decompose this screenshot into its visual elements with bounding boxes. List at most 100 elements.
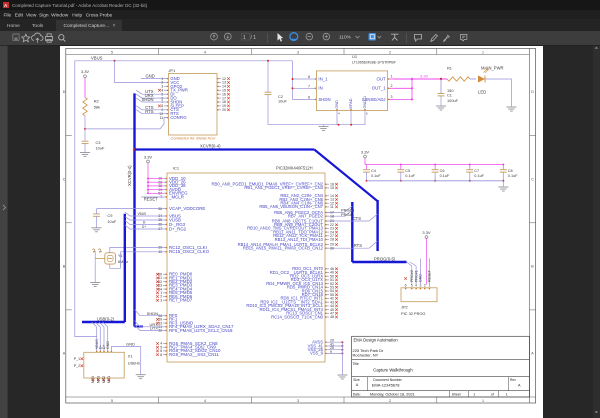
svg-text:CONFIG: CONFIG xyxy=(170,115,186,120)
svg-text:Title: Title xyxy=(353,362,359,366)
svg-text:JP1: JP1 xyxy=(168,68,176,73)
svg-text:LED: LED xyxy=(478,89,486,94)
svg-text:D+_RG2: D+_RG2 xyxy=(169,226,187,231)
svg-text:3.3V: 3.3V xyxy=(81,69,90,74)
svg-text:SHDN: SHDN xyxy=(142,97,154,102)
svg-text:C8: C8 xyxy=(508,169,513,173)
svg-text:Capture Walkthrough: Capture Walkthrough xyxy=(373,367,413,372)
svg-text:20: 20 xyxy=(222,108,226,112)
svg-text:1: 1 xyxy=(506,392,508,396)
svg-text:R2: R2 xyxy=(94,98,99,103)
svg-text:/ 1: / 1 xyxy=(251,35,257,41)
svg-text:P_2: P_2 xyxy=(74,364,80,368)
svg-text:Rochester, NY: Rochester, NY xyxy=(353,353,379,358)
svg-text:4: 4 xyxy=(204,50,206,54)
svg-text:2: 2 xyxy=(389,50,391,54)
svg-text:EPAD: EPAD xyxy=(349,98,353,108)
svg-text:1: 1 xyxy=(473,392,475,396)
svg-text:8: 8 xyxy=(308,75,310,79)
svg-text:5: 5 xyxy=(111,50,113,54)
svg-text:Cross Probe: Cross Probe xyxy=(86,13,113,19)
svg-text:Edit: Edit xyxy=(15,13,24,19)
svg-text:Help: Help xyxy=(72,13,82,19)
svg-text:0.1uF: 0.1uF xyxy=(474,174,484,178)
svg-text:SHDN: SHDN xyxy=(147,311,158,316)
svg-text:C4: C4 xyxy=(371,169,376,173)
svg-text:6: 6 xyxy=(405,284,407,288)
svg-text:Monday, October 18, 2021: Monday, October 18, 2021 xyxy=(370,392,415,396)
svg-text:3.3V: 3.3V xyxy=(361,149,370,154)
svg-text:IN: IN xyxy=(318,86,322,91)
svg-text:1: 1 xyxy=(482,50,484,54)
svg-text:Completed Capture...: Completed Capture... xyxy=(64,23,110,29)
svg-text:EMA Design Automation: EMA Design Automation xyxy=(354,337,399,342)
svg-text:MT4: MT4 xyxy=(91,376,95,383)
svg-text:GND: GND xyxy=(335,100,339,109)
svg-text:110%: 110% xyxy=(339,35,352,41)
svg-text:XCVR(0-4): XCVR(0-4) xyxy=(127,165,132,186)
svg-text:PROG(0-5): PROG(0-5) xyxy=(374,256,396,261)
svg-text:Document Number: Document Number xyxy=(373,378,402,382)
svg-text:100uF: 100uF xyxy=(447,98,459,103)
svg-text:0.1uF: 0.1uF xyxy=(440,174,450,178)
svg-text:1: 1 xyxy=(391,75,393,79)
svg-text:30: 30 xyxy=(330,246,334,250)
svg-text:UTX: UTX xyxy=(150,326,158,331)
svg-text:11: 11 xyxy=(330,205,334,209)
svg-text:RB5_AN5_VBUSON_C1IN+_CN7: RB5_AN5_VBUSON_C1IN+_CN7 xyxy=(259,204,323,209)
svg-text:GND: GND xyxy=(419,274,423,282)
svg-text:IN_1: IN_1 xyxy=(318,76,328,81)
svg-text:C7: C7 xyxy=(474,169,479,173)
svg-text:Date:: Date: xyxy=(353,392,361,396)
svg-text:MAIN_PWR: MAIN_PWR xyxy=(481,66,504,71)
svg-text:D+: D+ xyxy=(142,225,146,229)
svg-text:RC14_SOSCO_T1CK_CN0: RC14_SOSCO_T1CK_CN0 xyxy=(271,314,324,319)
svg-text:18: 18 xyxy=(330,214,334,218)
svg-text:VBUS: VBUS xyxy=(138,212,147,216)
svg-text:RF5_PMA8_U2TX_SCL2_CN18: RF5_PMA8_U2TX_SCL2_CN18 xyxy=(169,328,233,333)
svg-text:C: C xyxy=(531,177,534,181)
svg-text:0.1uF: 0.1uF xyxy=(405,174,415,178)
svg-text:MT2: MT2 xyxy=(102,376,106,383)
svg-text:EMA-12345678: EMA-12345678 xyxy=(372,382,401,387)
svg-text:Connector for Xtend Xcvr: Connector for Xtend Xcvr xyxy=(171,136,217,141)
svg-text:of: of xyxy=(491,392,494,396)
svg-text:3.3V: 3.3V xyxy=(144,154,153,159)
svg-text:3: 3 xyxy=(297,399,299,403)
svg-text:7: 7 xyxy=(308,85,310,89)
svg-text:GND: GND xyxy=(126,341,135,346)
svg-text:11: 11 xyxy=(160,116,164,120)
svg-text:Sign: Sign xyxy=(39,13,49,19)
svg-text:JP2: JP2 xyxy=(401,305,408,310)
svg-text:8MHz: 8MHz xyxy=(118,259,128,264)
svg-text:6: 6 xyxy=(308,96,310,100)
svg-text:10uF: 10uF xyxy=(278,98,287,103)
svg-text:GND_1: GND_1 xyxy=(363,96,367,109)
svg-text:RG9_PMA2__SS2_CN11: RG9_PMA2__SS2_CN11 xyxy=(169,352,220,357)
svg-text:C: C xyxy=(63,177,66,181)
svg-text:RESET: RESET xyxy=(428,269,432,282)
svg-text:3: 3 xyxy=(160,298,162,302)
svg-text:VBUS: VBUS xyxy=(91,56,103,61)
svg-text:GND: GND xyxy=(106,341,110,349)
svg-text:X1: X1 xyxy=(128,354,133,359)
svg-text:_MCLR: _MCLR xyxy=(168,194,184,199)
svg-text:MT1: MT1 xyxy=(107,376,111,383)
svg-text:C3: C3 xyxy=(96,140,101,145)
svg-text:D: D xyxy=(63,90,66,94)
svg-text:PIC 32 PROG: PIC 32 PROG xyxy=(401,311,425,316)
svg-text:MT3: MT3 xyxy=(97,376,101,383)
svg-text:C5: C5 xyxy=(405,169,410,173)
svg-text:15: 15 xyxy=(330,186,334,190)
svg-text:1: 1 xyxy=(482,399,484,403)
svg-text:Completed Capture Tutorial.pdf: Completed Capture Tutorial.pdf - Adobe A… xyxy=(12,3,148,8)
svg-text:GND: GND xyxy=(146,74,155,79)
svg-text:Sheet: Sheet xyxy=(452,392,461,396)
svg-text:4: 4 xyxy=(204,399,206,403)
svg-text:0.1uF: 0.1uF xyxy=(508,174,518,178)
svg-text:D: D xyxy=(531,90,534,94)
svg-text:VSS_9: VSS_9 xyxy=(310,351,324,356)
svg-text:File: File xyxy=(4,13,12,19)
svg-text:×: × xyxy=(113,23,116,29)
svg-text:OUT: OUT xyxy=(377,76,386,81)
